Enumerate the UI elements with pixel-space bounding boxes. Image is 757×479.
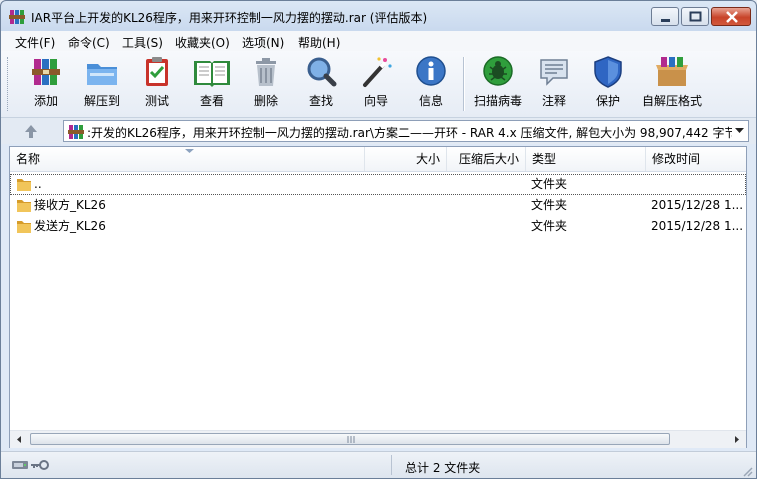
grip-icon (347, 436, 355, 443)
extract-to-button[interactable]: 解压到 (79, 55, 125, 113)
comment-button[interactable]: 注释 (537, 55, 571, 113)
column-type[interactable]: 类型 (526, 147, 646, 171)
delete-button[interactable]: 删除 (246, 55, 286, 113)
delete-label: 删除 (253, 94, 278, 108)
file-name: 接收方_KL26 (34, 198, 106, 212)
protect-label: 保护 (595, 94, 620, 108)
file-row-sender[interactable]: 发送方_KL26 文件夹 2015/12/28 1... (10, 216, 746, 237)
file-row-parent[interactable]: .. 文件夹 (10, 174, 746, 195)
test-button[interactable]: 测试 (137, 55, 177, 113)
winrar-app-icon[interactable] (9, 9, 25, 25)
status-text: 总计 2 文件夹 (405, 461, 481, 475)
menu-help[interactable]: 帮助(H) (298, 34, 340, 51)
file-type: 文件夹 (531, 177, 568, 191)
menu-options[interactable]: 选项(N) (242, 34, 284, 51)
add-label: 添加 (33, 94, 58, 108)
test-label: 测试 (144, 94, 169, 108)
title-bar[interactable]: IAR平台上开发的KL26程序，用来开环控制一风力摆的摆动.rar (评估版本) (1, 1, 756, 31)
minimize-button[interactable] (651, 7, 679, 26)
file-name: .. (34, 177, 42, 191)
wizard-label: 向导 (363, 94, 388, 108)
status-divider (391, 455, 392, 475)
shield-icon (594, 56, 622, 88)
protect-button[interactable]: 保护 (591, 55, 625, 113)
file-row-receiver[interactable]: 接收方_KL26 文件夹 2015/12/28 1... (10, 195, 746, 216)
toolbar: 添加 解压到 测试 查看 删除 查找 向导 信息 扫描病毒 注释 保护 自解压格… (1, 51, 756, 118)
file-modified: 2015/12/28 1... (651, 198, 744, 212)
file-type: 文件夹 (531, 219, 568, 233)
column-size[interactable]: 大小 (365, 147, 447, 171)
test-clipboard-icon (146, 57, 168, 86)
book-icon (194, 61, 230, 87)
add-button[interactable]: 添加 (25, 55, 67, 113)
view-label: 查看 (199, 94, 224, 108)
rar-archive-icon (68, 125, 84, 139)
path-text: :开发的KL26程序，用来开环控制一风力摆的摆动.rar\方案二——开环 - R… (87, 126, 732, 140)
info-icon (416, 56, 446, 86)
maximize-icon (689, 11, 702, 22)
key-icon[interactable] (31, 460, 49, 470)
info-button[interactable]: 信息 (411, 55, 451, 113)
menu-command[interactable]: 命令(C) (68, 34, 110, 51)
sfx-box-icon (656, 57, 688, 86)
horizontal-scrollbar[interactable] (10, 430, 746, 448)
scroll-left-icon[interactable] (13, 433, 26, 446)
file-name: 发送方_KL26 (34, 219, 106, 233)
scan-virus-label: 扫描病毒 (473, 94, 522, 108)
column-packed-size[interactable]: 压缩后大小 (447, 147, 526, 171)
column-modified[interactable]: 修改时间 (646, 147, 746, 171)
address-bar: :开发的KL26程序，用来开环控制一风力摆的摆动.rar\方案二——开环 - R… (1, 118, 756, 144)
scroll-right-icon[interactable] (730, 433, 743, 446)
scan-virus-button[interactable]: 扫描病毒 (471, 55, 525, 113)
extract-to-label: 解压到 (83, 94, 120, 108)
winrar-window: IAR平台上开发的KL26程序，用来开环控制一风力摆的摆动.rar (评估版本)… (0, 0, 757, 479)
up-arrow-icon[interactable] (21, 122, 41, 140)
path-combobox[interactable]: :开发的KL26程序，用来开环控制一风力摆的摆动.rar\方案二——开环 - R… (63, 120, 749, 142)
info-label: 信息 (418, 94, 443, 108)
trash-icon (256, 58, 276, 86)
sfx-button[interactable]: 自解压格式 (641, 55, 703, 113)
menu-favorites[interactable]: 收藏夹(O) (175, 34, 230, 51)
folder-icon (17, 179, 31, 191)
toolbar-separator (463, 57, 465, 111)
magnifier-icon (307, 57, 337, 87)
comment-icon (540, 59, 568, 86)
maximize-button[interactable] (681, 7, 709, 26)
folder-icon (17, 221, 31, 233)
minimize-icon (661, 19, 670, 22)
sfx-label: 自解压格式 (641, 94, 702, 108)
toolbar-grip[interactable] (7, 57, 11, 111)
comment-label: 注释 (541, 94, 566, 108)
view-button[interactable]: 查看 (190, 55, 234, 113)
menu-tools[interactable]: 工具(S) (122, 34, 163, 51)
chevron-down-icon[interactable] (735, 128, 744, 134)
drive-icon[interactable] (12, 461, 28, 469)
folder-icon (17, 200, 31, 212)
wizard-button[interactable]: 向导 (356, 55, 396, 113)
close-button[interactable] (711, 7, 751, 26)
magic-wand-icon (363, 57, 392, 87)
scrollbar-thumb[interactable] (30, 433, 670, 445)
resize-grip-icon[interactable] (741, 465, 753, 477)
menu-file[interactable]: 文件(F) (15, 34, 55, 51)
virus-scan-icon (483, 56, 513, 86)
find-button[interactable]: 查找 (301, 55, 341, 113)
extract-folder-icon (87, 64, 117, 85)
file-modified: 2015/12/28 1... (651, 219, 744, 233)
column-header: 名称 大小 压缩后大小 类型 修改时间 (10, 147, 746, 172)
file-list[interactable]: 名称 大小 压缩后大小 类型 修改时间 .. 文件夹 接收方_KL26 文件夹 … (9, 146, 747, 448)
find-label: 查找 (308, 94, 333, 108)
close-icon (726, 11, 738, 23)
add-archive-icon (32, 59, 60, 85)
file-type: 文件夹 (531, 198, 568, 212)
menu-bar: 文件(F) 命令(C) 工具(S) 收藏夹(O) 选项(N) 帮助(H) (1, 31, 756, 51)
sort-arrow-icon (185, 149, 194, 153)
window-title: IAR平台上开发的KL26程序，用来开环控制一风力摆的摆动.rar (评估版本) (31, 11, 428, 25)
status-bar: 总计 2 文件夹 (1, 451, 756, 478)
